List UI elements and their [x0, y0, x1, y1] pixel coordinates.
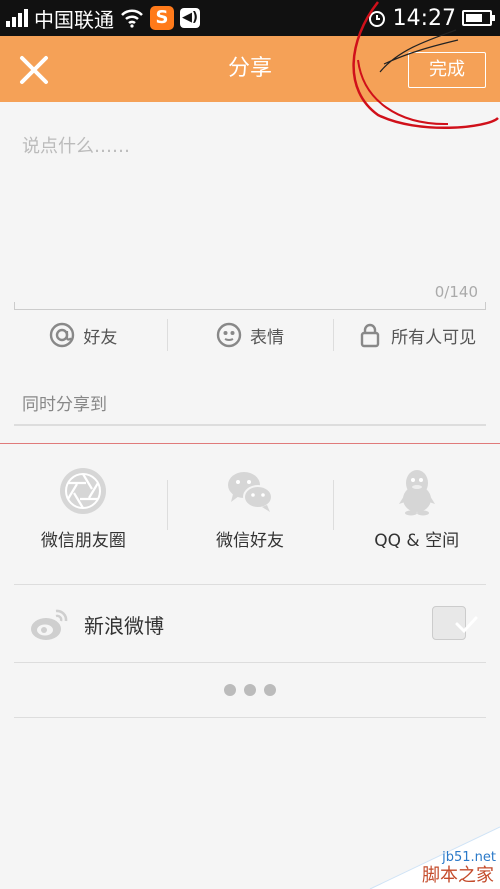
lock-icon — [360, 323, 380, 348]
checkmark-icon — [455, 616, 478, 634]
carrier-label: 中国联通 — [34, 7, 114, 32]
weibo-checkbox[interactable] — [432, 606, 478, 640]
share-wechat-friends[interactable]: 微信好友 — [166, 460, 334, 560]
message-placeholder: 说点什么…… — [22, 136, 130, 157]
app-header: 分享 完成 — [0, 36, 500, 102]
battery-icon — [462, 10, 495, 26]
share-weibo-row[interactable]: 新浪微博 — [14, 586, 486, 662]
share-to-underline — [14, 424, 486, 426]
wifi-icon — [121, 9, 143, 28]
emoji-icon — [216, 322, 242, 348]
volume-icon: ◀) — [180, 8, 200, 28]
share-qq-zone-label: QQ & 空间 — [374, 531, 460, 551]
share-apps: 微信朋友圈 微信好友 QQ & 空间 — [0, 460, 500, 560]
signal-icon — [6, 9, 28, 27]
more-dot-icon — [264, 684, 276, 696]
watermark-site: 脚本之家 — [422, 865, 494, 886]
emoji-label: 表情 — [250, 327, 284, 348]
share-to-label: 同时分享到 — [22, 395, 107, 415]
mention-friends-label: 好友 — [83, 327, 118, 348]
alarm-icon — [368, 11, 385, 27]
share-wechat-moments-label: 微信朋友圈 — [40, 531, 126, 551]
weibo-icon — [31, 609, 68, 640]
compose-toolbar: 好友 表情 所有人可见 — [0, 316, 500, 354]
clock: 14:27 — [392, 5, 456, 31]
status-bar: 中国联通 S ◀) 14:27 — [0, 0, 500, 36]
message-input[interactable]: 说点什么…… 0/140 — [14, 120, 486, 310]
visibility-label: 所有人可见 — [391, 327, 477, 348]
at-icon — [50, 322, 75, 348]
camera-aperture-icon — [60, 468, 107, 514]
divider — [14, 717, 486, 718]
share-wechat-moments[interactable]: 微信朋友圈 — [0, 460, 167, 560]
sogou-icon: S — [150, 6, 174, 30]
emoji-button[interactable]: 表情 — [166, 316, 334, 354]
more-dot-icon — [224, 684, 236, 696]
share-wechat-friends-label: 微信好友 — [216, 531, 284, 551]
wechat-icon — [228, 472, 273, 512]
mention-friends-button[interactable]: 好友 — [0, 316, 167, 354]
divider — [14, 662, 486, 663]
qq-penguin-icon — [398, 470, 435, 516]
done-button[interactable]: 完成 — [408, 52, 486, 88]
char-counter: 0/140 — [434, 283, 478, 301]
weibo-label: 新浪微博 — [84, 613, 164, 638]
share-qq-zone[interactable]: QQ & 空间 — [333, 460, 500, 560]
section-divider — [0, 443, 500, 444]
more-dot-icon — [244, 684, 256, 696]
divider — [14, 584, 486, 585]
visibility-button[interactable]: 所有人可见 — [333, 316, 500, 354]
more-options-button[interactable] — [0, 678, 500, 702]
